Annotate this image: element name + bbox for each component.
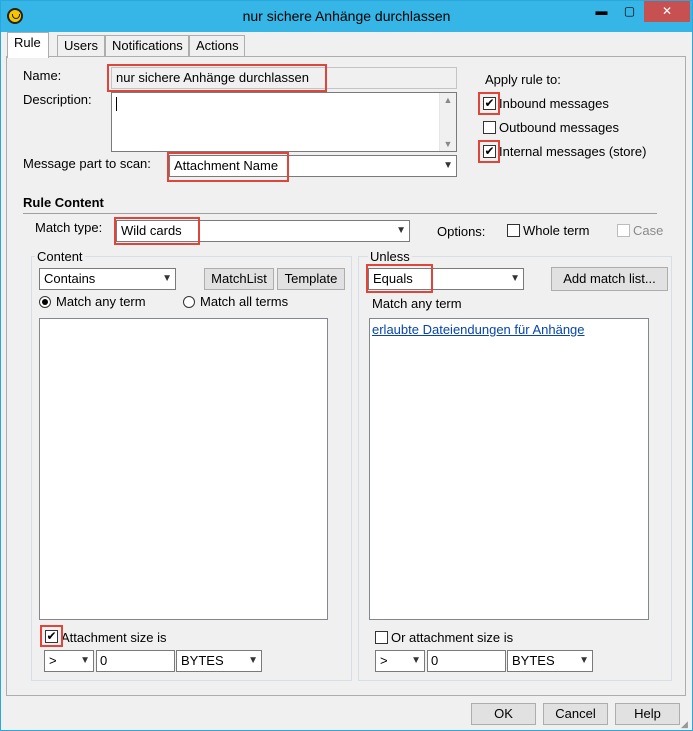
message-part-select[interactable]: Attachment Name ▼ xyxy=(169,155,457,177)
text-caret xyxy=(116,97,117,111)
maximize-button[interactable]: ▢ xyxy=(616,1,643,22)
size-value-input[interactable]: 0 xyxy=(96,650,175,672)
name-input-value: nur sichere Anhänge durchlassen xyxy=(116,70,309,85)
cancel-button[interactable]: Cancel xyxy=(543,703,608,725)
internal-label: Internal messages (store) xyxy=(499,144,647,159)
content-operator-select[interactable]: Contains ▼ xyxy=(39,268,176,290)
match-any-radio[interactable] xyxy=(39,296,51,308)
list-item[interactable]: erlaubte Dateiendungen für Anhänge xyxy=(372,322,585,337)
description-label: Description: xyxy=(23,92,92,107)
content-terms-list[interactable] xyxy=(39,318,328,620)
rule-content-heading: Rule Content xyxy=(23,195,104,210)
match-all-radio[interactable] xyxy=(183,296,195,308)
description-input[interactable]: ▲ ▼ xyxy=(111,92,457,152)
attachment-size-label: Attachment size is xyxy=(61,630,167,645)
message-part-label: Message part to scan: xyxy=(23,156,151,171)
match-type-select[interactable]: Wild cards ▼ xyxy=(116,220,410,242)
inbound-checkbox[interactable]: ✔ xyxy=(483,97,496,110)
chevron-down-icon: ▼ xyxy=(579,655,589,666)
size-operator-value: > xyxy=(49,653,57,668)
matchlist-button[interactable]: MatchList xyxy=(204,268,274,290)
unless-size-operator-select[interactable]: > ▼ xyxy=(375,650,425,672)
unless-operator-select[interactable]: Equals ▼ xyxy=(368,268,524,290)
content-group-label: Content xyxy=(35,249,85,264)
title-bar[interactable]: nur sichere Anhänge durchlassen ▬ ▢ ✕ xyxy=(1,1,692,32)
unless-size-value-input[interactable]: 0 xyxy=(427,650,506,672)
chevron-down-icon: ▼ xyxy=(510,273,520,284)
apply-rule-label: Apply rule to: xyxy=(485,72,561,87)
chevron-down-icon: ▼ xyxy=(162,273,172,284)
rule-content-divider xyxy=(23,213,657,214)
chevron-down-icon: ▼ xyxy=(443,160,453,171)
outbound-label: Outbound messages xyxy=(499,120,619,135)
outbound-checkbox[interactable] xyxy=(483,121,496,134)
whole-term-label: Whole term xyxy=(523,223,590,238)
size-value: 0 xyxy=(100,653,108,668)
chevron-down-icon: ▼ xyxy=(396,225,406,236)
chevron-down-icon: ▼ xyxy=(411,655,421,666)
description-scrollbar[interactable]: ▲ ▼ xyxy=(439,93,456,151)
unless-size-value: 0 xyxy=(431,653,439,668)
unless-group-label: Unless xyxy=(368,249,412,264)
internal-checkbox[interactable]: ✔ xyxy=(483,145,496,158)
match-type-value: Wild cards xyxy=(121,223,182,238)
help-button[interactable]: Help xyxy=(615,703,680,725)
attachment-size-checkbox[interactable]: ✔ xyxy=(45,630,58,643)
template-button[interactable]: Template xyxy=(277,268,345,290)
content-operator-value: Contains xyxy=(44,271,96,286)
tab-actions[interactable]: Actions xyxy=(189,35,245,56)
size-unit-value: BYTES xyxy=(181,653,224,668)
close-button[interactable]: ✕ xyxy=(644,1,690,22)
unless-size-unit-select[interactable]: BYTES ▼ xyxy=(507,650,593,672)
or-attachment-size-label: Or attachment size is xyxy=(391,630,514,645)
unless-size-operator-value: > xyxy=(380,653,388,668)
or-attachment-size-checkbox[interactable] xyxy=(375,631,388,644)
dialog-window: nur sichere Anhänge durchlassen ▬ ▢ ✕ Ru… xyxy=(0,0,693,731)
resize-grip-icon[interactable]: ◢ xyxy=(681,719,688,730)
unless-match-any-label: Match any term xyxy=(372,296,462,311)
chevron-down-icon: ▼ xyxy=(248,655,258,666)
unless-operator-value: Equals xyxy=(373,271,413,286)
scroll-up-icon[interactable]: ▲ xyxy=(440,95,456,105)
scroll-down-icon[interactable]: ▼ xyxy=(440,139,456,149)
ok-button[interactable]: OK xyxy=(471,703,536,725)
chevron-down-icon: ▼ xyxy=(80,655,90,666)
message-part-value: Attachment Name xyxy=(174,158,279,173)
add-match-list-button[interactable]: Add match list... xyxy=(551,267,668,291)
unless-terms-list[interactable]: erlaubte Dateiendungen für Anhänge xyxy=(369,318,649,620)
match-any-label: Match any term xyxy=(56,294,146,309)
size-unit-select[interactable]: BYTES ▼ xyxy=(176,650,262,672)
minimize-button[interactable]: ▬ xyxy=(588,1,615,22)
name-input[interactable]: nur sichere Anhänge durchlassen xyxy=(111,67,457,89)
options-label: Options: xyxy=(437,224,486,239)
case-checkbox[interactable] xyxy=(617,224,630,237)
inbound-label: Inbound messages xyxy=(499,96,609,111)
whole-term-checkbox[interactable] xyxy=(507,224,520,237)
case-label: Case xyxy=(633,223,664,238)
match-all-label: Match all terms xyxy=(200,294,289,309)
match-type-label: Match type: xyxy=(35,220,103,235)
tab-rule[interactable]: Rule xyxy=(7,32,49,58)
size-operator-select[interactable]: > ▼ xyxy=(44,650,94,672)
name-label: Name: xyxy=(23,68,62,83)
unless-size-unit-value: BYTES xyxy=(512,653,555,668)
tab-notifications[interactable]: Notifications xyxy=(105,35,189,56)
tab-users[interactable]: Users xyxy=(57,35,105,56)
